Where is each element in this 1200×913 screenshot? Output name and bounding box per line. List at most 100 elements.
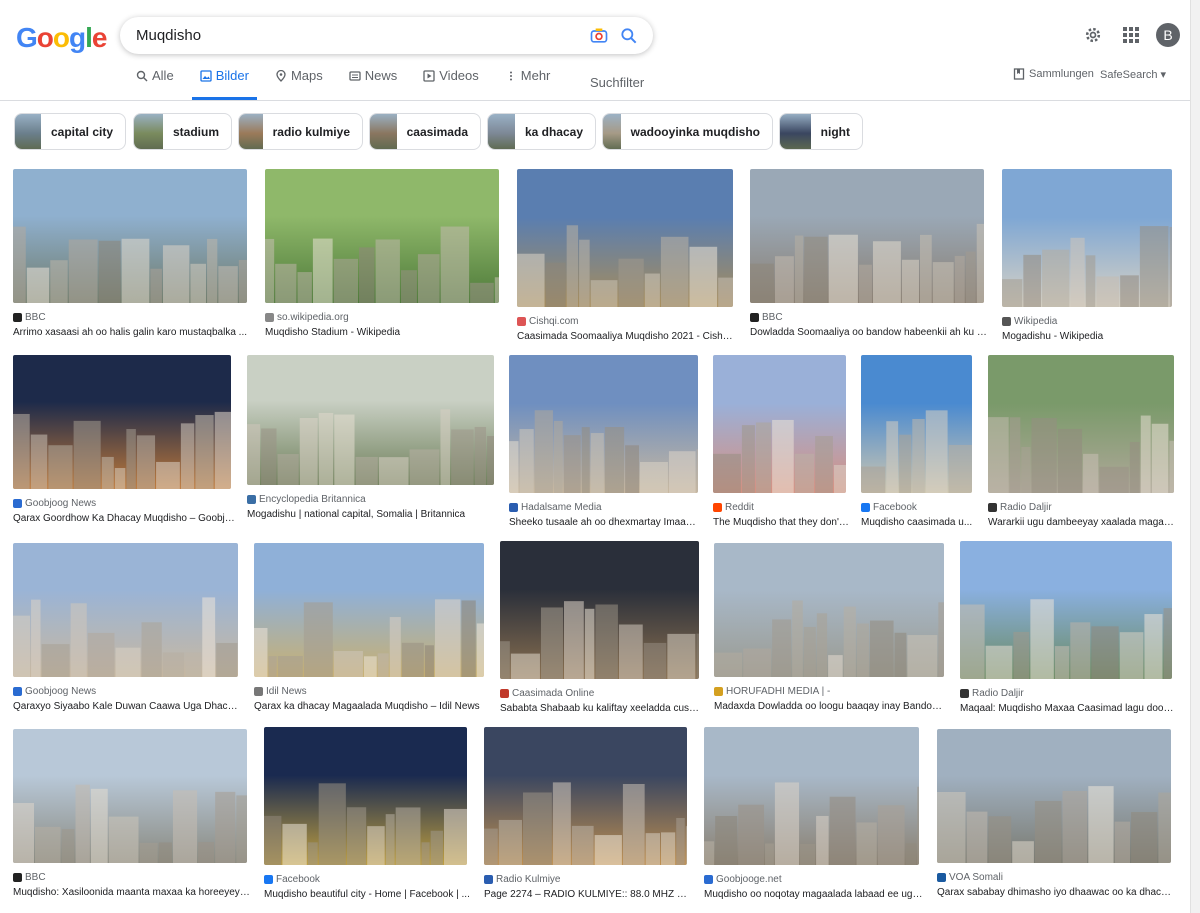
result-source[interactable]: Reddit	[713, 502, 754, 513]
image-result[interactable]: BBC Dowladda Soomaaliya oo bandow habeenk…	[750, 169, 988, 343]
camera-search-icon[interactable]	[589, 26, 609, 46]
avatar[interactable]: B	[1156, 23, 1180, 47]
result-title[interactable]: Arrimo xasaasi ah oo halis galin karo mu…	[13, 327, 251, 338]
result-thumbnail[interactable]	[254, 543, 484, 677]
result-source[interactable]: VOA Somali	[937, 872, 1003, 883]
result-thumbnail[interactable]	[750, 169, 984, 303]
result-thumbnail[interactable]	[960, 541, 1172, 679]
image-result[interactable]: HORUFADHI MEDIA | - Madaxda Dowladda oo l…	[714, 543, 948, 717]
image-result[interactable]: Facebook Muqdisho beautiful city - Home |…	[264, 727, 470, 905]
chip-night[interactable]: night	[779, 113, 863, 150]
result-title[interactable]: Qarax ka dhacay Magaalada Muqdisho – Idi…	[254, 701, 488, 712]
result-source[interactable]: Goobjoog News	[13, 498, 96, 509]
result-thumbnail[interactable]	[509, 355, 698, 493]
result-source[interactable]: BBC	[13, 312, 46, 323]
image-result[interactable]: Radio KulmiyePage 2274 – RADIO KULMIYE::…	[484, 727, 691, 905]
image-result[interactable]: Goobjoog News Qaraxyo Siyaabo Kale Duwan …	[13, 543, 242, 717]
image-result[interactable]: Wikipedia Mogadishu - Wikipedia	[1002, 169, 1172, 347]
result-title[interactable]: Qaraxyo Siyaabo Kale Duwan Caawa Uga Dha…	[13, 701, 242, 712]
image-result[interactable]: Idil News Qarax ka dhacay Magaalada Muqdi…	[254, 543, 484, 717]
result-source[interactable]: Wikipedia	[1002, 316, 1057, 327]
image-result[interactable]: Goobjooge.net Muqdisho oo noqotay magaala…	[704, 727, 923, 905]
result-thumbnail[interactable]	[988, 355, 1174, 493]
result-source[interactable]: Cishqi.com	[517, 316, 578, 327]
result-title[interactable]: Qarax Goordhow Ka Dhacay Muqdisho – Goob…	[13, 513, 235, 524]
result-thumbnail[interactable]	[484, 727, 687, 865]
tab-all[interactable]: Alle	[136, 68, 182, 100]
scrollbar[interactable]	[1190, 0, 1200, 913]
tab-images[interactable]: Bilder	[191, 68, 258, 100]
result-title[interactable]: Qarax sababay dhimasho iyo dhaawac oo ka…	[937, 887, 1175, 898]
result-source[interactable]: Facebook	[861, 502, 917, 513]
chip-ka-dhacay[interactable]: ka dhacay	[487, 113, 596, 150]
result-thumbnail[interactable]	[264, 727, 467, 865]
result-thumbnail[interactable]	[13, 169, 247, 303]
result-source[interactable]: Radio Kulmiye	[484, 874, 560, 885]
result-thumbnail[interactable]	[704, 727, 919, 865]
result-title[interactable]: Wararkii ugu dambeeyay xaalada magaal...	[988, 517, 1178, 528]
result-title[interactable]: Muqdisho beautiful city - Home | Faceboo…	[264, 889, 471, 900]
result-thumbnail[interactable]	[714, 543, 944, 677]
chip-radio-kulmiye[interactable]: radio kulmiye	[238, 113, 363, 150]
image-result[interactable]: Radio Daljir Maqaal: Muqdisho Maxaa Caasi…	[960, 541, 1176, 719]
result-title[interactable]: Mogadishu | national capital, Somalia | …	[247, 509, 498, 520]
result-source[interactable]: Radio Daljir	[988, 502, 1052, 513]
chip-stadium[interactable]: stadium	[133, 113, 232, 150]
result-thumbnail[interactable]	[1002, 169, 1172, 307]
collections-link[interactable]: Sammlungen	[1013, 68, 1094, 80]
image-result[interactable]: Reddit The Muqdisho that they don't ...	[713, 355, 850, 533]
result-title[interactable]: Page 2274 – RADIO KULMIYE:: 88.0 MHZ Mo.…	[484, 889, 691, 900]
result-title[interactable]: Muqdisho oo noqotay magaalada labaad ee …	[704, 889, 923, 900]
result-source[interactable]: Idil News	[254, 686, 307, 697]
result-thumbnail[interactable]	[265, 169, 499, 303]
result-title[interactable]: Caasimada Soomaaliya Muqdisho 2021 - Cis…	[517, 331, 737, 342]
result-title[interactable]: Sheeko tusaale ah oo dhexmartay Imaamka …	[509, 517, 702, 528]
image-result[interactable]: Goobjoog News Qarax Goordhow Ka Dhacay Mu…	[13, 355, 235, 529]
safesearch-dropdown[interactable]: SafeSearch ▾	[1100, 68, 1166, 81]
result-source[interactable]: so.wikipedia.org	[265, 312, 349, 323]
search-box[interactable]	[120, 17, 653, 54]
search-tools-button[interactable]: Suchfilter	[590, 75, 644, 90]
image-result[interactable]: BBC Arrimo xasaasi ah oo halis galin karo…	[13, 169, 247, 343]
result-title[interactable]: The Muqdisho that they don't ...	[713, 517, 850, 528]
result-title[interactable]: Maqaal: Muqdisho Maxaa Caasimad lagu doo…	[960, 703, 1176, 714]
result-source[interactable]: Hadalsame Media	[509, 502, 602, 513]
chip-caasimada[interactable]: caasimada	[369, 113, 481, 150]
result-source[interactable]: Facebook	[264, 874, 320, 885]
google-logo[interactable]: Google	[16, 22, 107, 54]
result-title[interactable]: Madaxda Dowladda oo loogu baaqay inay Ba…	[714, 701, 948, 712]
result-title[interactable]: Sababta Shabaab ku kaliftay xeeladda cus…	[500, 703, 703, 714]
chip-capital-city[interactable]: capital city	[14, 113, 126, 150]
result-source[interactable]: Goobjoog News	[13, 686, 96, 697]
result-title[interactable]: Mogadishu - Wikipedia	[1002, 331, 1176, 342]
image-result[interactable]: Encyclopedia Britannica Mogadishu | natio…	[247, 355, 494, 525]
image-result[interactable]: VOA Somali Qarax sababay dhimasho iyo dha…	[937, 729, 1175, 903]
result-source[interactable]: Caasimada Online	[500, 688, 594, 699]
result-thumbnail[interactable]	[13, 729, 247, 863]
tab-news[interactable]: News	[349, 68, 406, 100]
result-thumbnail[interactable]	[517, 169, 733, 307]
tab-videos[interactable]: Videos	[423, 68, 487, 100]
chip-wadooyinka-muqdisho[interactable]: wadooyinka muqdisho	[602, 113, 773, 150]
result-source[interactable]: BBC	[750, 312, 783, 323]
result-source[interactable]: BBC	[13, 872, 46, 883]
result-title[interactable]: Dowladda Soomaaliya oo bandow habeenkii …	[750, 327, 988, 338]
tab-maps[interactable]: Maps	[275, 68, 331, 100]
image-result[interactable]: BBC Muqdisho: Xasiloonida maanta maxaa ka…	[13, 729, 251, 903]
image-result[interactable]: Caasimada Online Sababta Shabaab ku kalif…	[500, 541, 703, 719]
result-title[interactable]: Muqdisho: Xasiloonida maanta maxaa ka ho…	[13, 887, 251, 898]
image-result[interactable]: Hadalsame Media Sheeko tusaale ah oo dhex…	[509, 355, 702, 533]
result-thumbnail[interactable]	[861, 355, 972, 493]
result-thumbnail[interactable]	[500, 541, 699, 679]
search-icon[interactable]	[619, 26, 639, 46]
search-input[interactable]	[136, 25, 576, 45]
result-thumbnail[interactable]	[13, 355, 231, 489]
apps-grid-icon[interactable]	[1122, 26, 1140, 44]
result-source[interactable]: Goobjooge.net	[704, 874, 782, 885]
result-source[interactable]: HORUFADHI MEDIA | -	[714, 686, 830, 697]
result-source[interactable]: Encyclopedia Britannica	[247, 494, 366, 505]
image-result[interactable]: so.wikipedia.org Muqdisho Stadium - Wikip…	[265, 169, 499, 343]
result-title[interactable]: Muqdisho caasimada u...	[861, 517, 976, 528]
result-thumbnail[interactable]	[713, 355, 846, 493]
gear-icon[interactable]	[1083, 25, 1103, 45]
